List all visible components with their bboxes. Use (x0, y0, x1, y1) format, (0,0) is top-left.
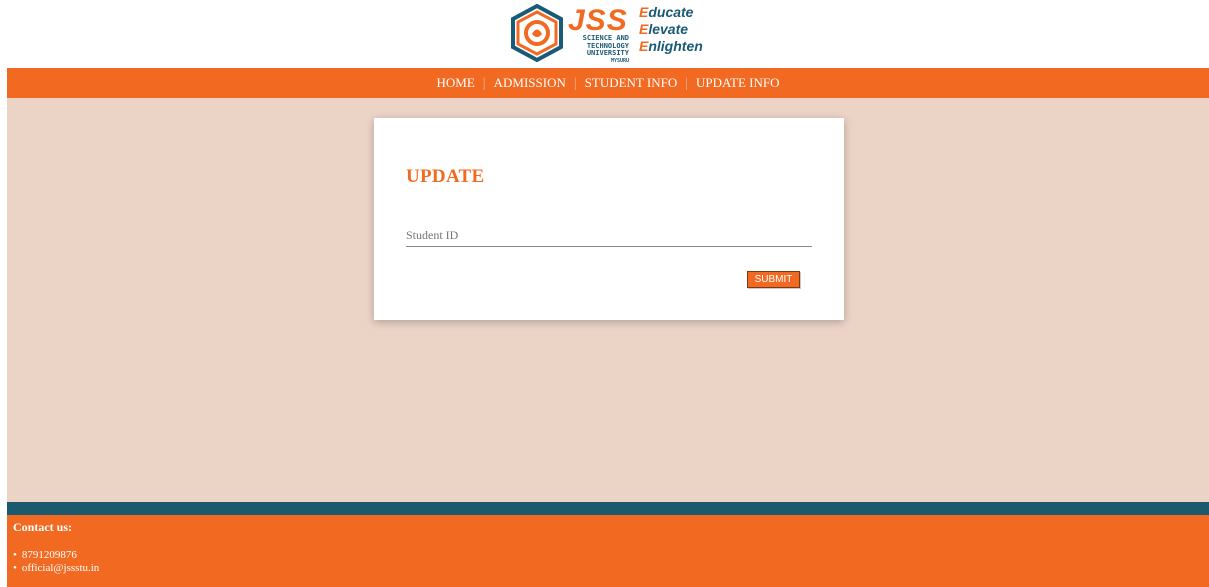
tagline-word: levate (648, 21, 689, 37)
site-header: JSS SCIENCE AND TECHNOLOGY UNIVERSITY MY… (0, 0, 1209, 68)
university-logo[interactable]: JSS SCIENCE AND TECHNOLOGY UNIVERSITY MY… (508, 4, 723, 64)
logo-subtitle-line: UNIVERSITY (586, 49, 629, 57)
emblem-icon (511, 4, 563, 62)
contact-heading: Contact us: (13, 520, 72, 534)
nav-update-info[interactable]: UPDATE INFO (688, 68, 787, 98)
tagline-word: nlighten (648, 38, 703, 54)
update-form-card: UPDATE SUBMIT (374, 118, 844, 320)
tagline-line: Educate (639, 4, 703, 21)
contact-list: 8791209876 official@jssstu.in (13, 549, 99, 575)
tagline-line: Enlighten (639, 38, 703, 55)
form-title: UPDATE (406, 166, 485, 187)
tagline-line: Elevate (639, 21, 703, 38)
logo-brand-text: JSS (568, 4, 628, 37)
tagline-initial: E (639, 4, 649, 20)
site-footer: Contact us: 8791209876 official@jssstu.i… (7, 515, 1209, 587)
logo-subtitle: SCIENCE AND TECHNOLOGY UNIVERSITY MYSURU (569, 34, 629, 64)
footer-divider (7, 502, 1209, 515)
logo-tagline: Educate Elevate Enlighten (639, 4, 703, 55)
nav-admission[interactable]: ADMISSION (486, 68, 574, 98)
main-nav: HOME | ADMISSION | STUDENT INFO | UPDATE INFO (7, 68, 1209, 98)
submit-button[interactable]: SUBMIT (747, 271, 800, 288)
logo-subtitle-line: MYSURU (610, 57, 629, 64)
nav-student-info[interactable]: STUDENT INFO (577, 68, 686, 98)
tagline-initial: E (639, 21, 649, 37)
contact-phone: 8791209876 (13, 549, 99, 562)
tagline-initial: E (639, 38, 649, 54)
contact-email[interactable]: official@jssstu.in (13, 562, 99, 575)
nav-home[interactable]: HOME (429, 68, 483, 98)
student-id-input[interactable] (406, 224, 812, 247)
page-margin (0, 68, 7, 587)
tagline-word: ducate (648, 4, 694, 20)
